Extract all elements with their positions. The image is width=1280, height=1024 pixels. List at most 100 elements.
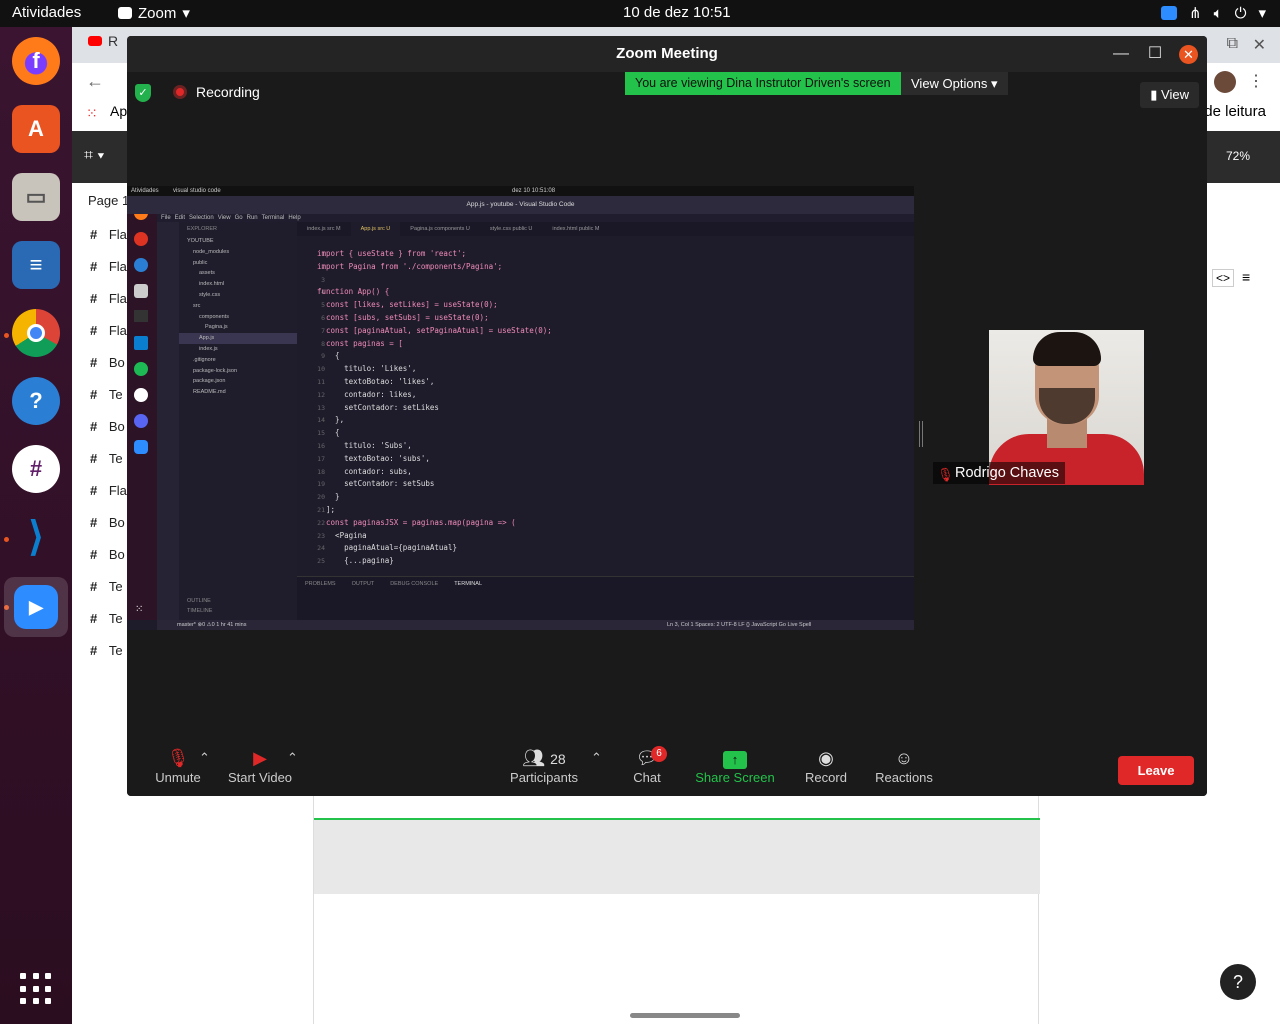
security-shield-icon[interactable]: ✓ (135, 84, 151, 102)
frame-icon: # (90, 643, 101, 658)
shared-explorer-item: package.json (193, 378, 226, 385)
frame-icon: # (90, 451, 101, 466)
shared-code-line: { (317, 351, 340, 361)
frame-list-item[interactable]: # Fla (90, 483, 127, 498)
frame-list-item[interactable]: # Te (90, 643, 123, 658)
shared-menu-item: Help (288, 215, 301, 221)
bookmark-apps[interactable]: Ap (110, 103, 127, 119)
frame-list-item[interactable]: # Fla (90, 227, 127, 242)
close-button[interactable]: ✕ (1179, 45, 1198, 64)
clock[interactable]: 10 de dez 10:51 (623, 4, 731, 21)
participant-name: Rodrigo Chaves (955, 465, 1059, 481)
shared-screen[interactable]: Atividades visual studio code dez 10 10:… (127, 186, 914, 630)
maximize-icon[interactable]: ☐ (1145, 44, 1165, 64)
shared-code: import { useState } from 'react'; import … (317, 248, 877, 574)
show-apps-icon[interactable] (20, 973, 52, 1005)
shared-panel-tab: PROBLEMS (305, 581, 336, 587)
reactions-button[interactable]: ☺ Reactions (873, 744, 935, 796)
participants-options-chevron[interactable]: ⌃ (591, 750, 602, 766)
zoom-level[interactable]: 72% (1226, 149, 1250, 163)
muted-mic-icon: 🎙︎ (166, 748, 190, 768)
audio-options-chevron[interactable]: ⌃ (199, 750, 210, 766)
shared-editor-tab: style.css public U (489, 226, 533, 232)
browser-tab[interactable]: R (88, 33, 118, 49)
shared-explorer-item: public (193, 259, 208, 266)
frame-list-item[interactable]: # Bo (90, 355, 125, 370)
power-icon[interactable]: ⏻ (1235, 5, 1247, 22)
scrollbar-handle[interactable] (630, 1013, 740, 1018)
frame-list-item[interactable]: # Fla (90, 323, 127, 338)
frame-list-item[interactable]: # Te (90, 451, 123, 466)
frame-list-item[interactable]: # Bo (90, 419, 125, 434)
recording-indicator[interactable]: Recording (173, 84, 260, 100)
video-options-chevron[interactable]: ⌃ (287, 750, 298, 766)
app-menu[interactable]: Zoom ▾ (118, 4, 190, 22)
avatar[interactable] (1214, 71, 1236, 93)
software-center-icon[interactable]: A (12, 105, 60, 153)
close-icon[interactable]: ✕ (1253, 35, 1266, 55)
minimize-icon[interactable]: — (1111, 44, 1131, 64)
shared-explorer-item: node_modules (193, 248, 230, 255)
shared-code-line: } (317, 492, 340, 502)
shared-top-bar: Atividades visual studio code dez 10 10:… (127, 186, 914, 196)
shared-menu-item: Terminal (261, 215, 285, 221)
chrome-icon[interactable] (12, 309, 60, 357)
shared-editor-tab: index.html public M (552, 226, 600, 232)
frame-list-item[interactable]: # Bo (90, 515, 125, 530)
shared-menu-item: Selection (189, 215, 214, 221)
activities-button[interactable]: Atividades (12, 4, 81, 21)
files-icon[interactable]: ▭ (12, 173, 60, 221)
back-icon[interactable]: ← (86, 71, 104, 92)
chat-button[interactable]: 💬︎ Chat 6 (627, 744, 667, 796)
view-button[interactable]: ▮ View (1140, 82, 1199, 108)
restore-icon[interactable]: ⧉ (1227, 35, 1238, 53)
participants-count: 28 (550, 751, 566, 767)
unmute-button[interactable]: 🎙︎ Unmute (153, 744, 203, 796)
shared-terminal-panel: PROBLEMS OUTPUT DEBUG CONSOLE TERMINAL (297, 576, 914, 620)
bookmark-right[interactable]: de leitura (1204, 103, 1266, 120)
frame-list-item[interactable]: # Bo (90, 547, 125, 562)
volume-icon[interactable]: 🔈︎ (1214, 5, 1223, 22)
shared-panel-tab: TERMINAL (454, 581, 482, 587)
shared-code-line: import { useState } from 'react'; (317, 249, 467, 258)
slack-icon[interactable]: # (12, 445, 60, 493)
code-icon[interactable]: <> (1212, 269, 1235, 287)
more-icon[interactable]: ⋮ (1248, 71, 1264, 91)
firefox-icon[interactable]: f (12, 37, 60, 85)
record-button[interactable]: ◉ Record (803, 744, 849, 796)
shared-code-line: const [subs, setSubs] = useState(0); (317, 312, 489, 322)
frame-list-item[interactable]: # Te (90, 579, 123, 594)
system-tray[interactable]: ⋔ 🔈︎ ⏻ ▾ (1161, 4, 1266, 22)
network-icon[interactable]: ⋔ (1189, 4, 1202, 22)
leave-button[interactable]: Leave (1118, 756, 1194, 785)
dock: f A ▭ ≡ ? # ⟩ ▶ (0, 27, 72, 1024)
help-button[interactable]: ? (1220, 964, 1256, 1000)
vscode-icon[interactable]: ⟩ (12, 513, 60, 561)
shared-code-line: }, (317, 415, 345, 425)
figma-menu-icon[interactable]: ⌗ ▾ (84, 147, 104, 165)
view-options-button[interactable]: View Options ▾ (901, 72, 1008, 95)
shared-code-line: function App() { (317, 287, 390, 297)
frame-list-item[interactable]: # Te (90, 611, 123, 626)
shared-menu-item: Go (234, 215, 243, 221)
frame-list-item[interactable]: # Fla (90, 291, 127, 306)
record-icon: ◉ (818, 748, 834, 768)
shared-editor-tab: Pagina.js components U (410, 226, 470, 232)
text-icon[interactable]: ≡ (1242, 269, 1250, 285)
share-screen-button[interactable]: ↑ Share Screen (693, 744, 777, 796)
writer-icon[interactable]: ≡ (12, 241, 60, 289)
apps-icon[interactable]: ⁙ (86, 105, 98, 122)
splitter-handle[interactable] (919, 421, 923, 447)
zoom-icon[interactable]: ▶ (4, 577, 68, 637)
shared-menu-item: File (161, 215, 171, 221)
frame-list-item[interactable]: # Fla (90, 259, 127, 274)
youtube-icon (88, 36, 102, 46)
participants-button[interactable]: 👥︎ 28 Participants (507, 744, 581, 796)
help-icon[interactable]: ? (12, 377, 60, 425)
shared-window-title: App.js - youtube - Visual Studio Code (127, 196, 914, 214)
start-video-button[interactable]: ▶︎ Start Video (225, 744, 295, 796)
page-label[interactable]: Page 1 (88, 193, 129, 208)
zoom-tray-icon[interactable] (1161, 6, 1177, 20)
frame-list-item[interactable]: # Te (90, 387, 123, 402)
shared-menu-item: Edit (174, 215, 186, 221)
